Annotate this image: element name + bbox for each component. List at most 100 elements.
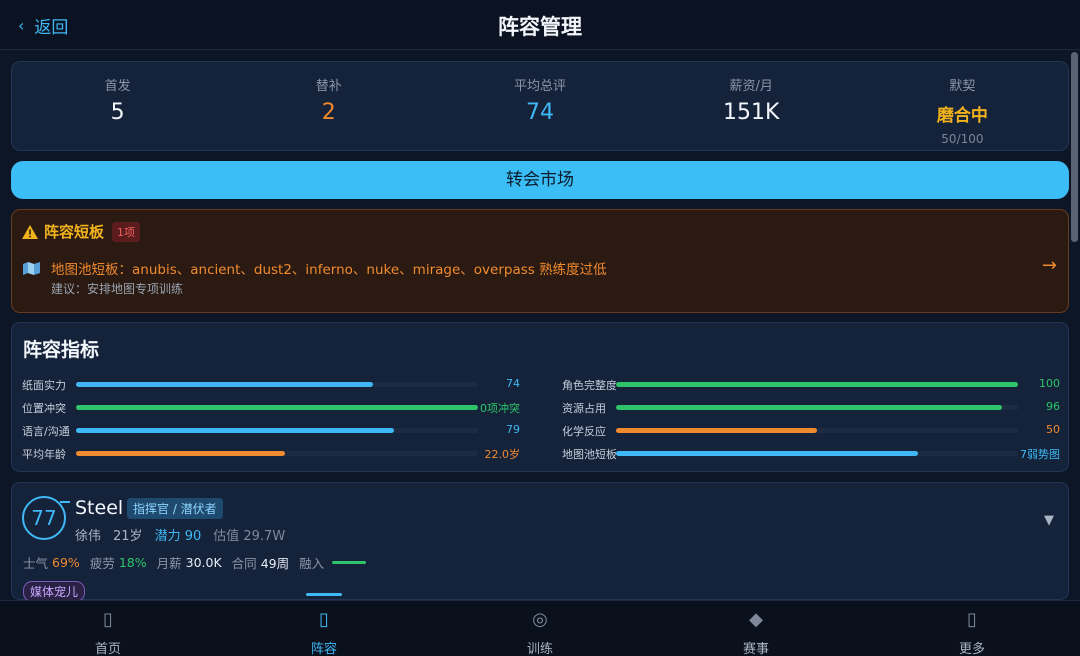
nav-label: 首页 bbox=[94, 642, 121, 656]
nav-item-more[interactable]: ▯ 更多 bbox=[864, 601, 1080, 656]
metric-track bbox=[76, 428, 478, 433]
stat-starters: 首发 5 bbox=[12, 62, 223, 150]
target-icon: ◎ bbox=[532, 609, 548, 630]
player-status-row: 士气 69% 疲劳 18% 月薪 30.0K 合同 49周 融入 bbox=[23, 553, 367, 572]
stat-sub-value: 50/100 bbox=[941, 132, 984, 146]
metric-label: 语言/沟通 bbox=[22, 425, 70, 438]
metric-row: 语言/沟通 79 bbox=[22, 423, 520, 438]
bottom-nav: ▯ 首页 ▯ 阵容 ◎ 训练 ◆ 赛事 ▯ 更多 bbox=[0, 600, 1080, 656]
metric-value: 50 bbox=[1046, 423, 1060, 436]
fusion-progress-bar bbox=[332, 561, 367, 564]
metric-fill bbox=[76, 382, 374, 387]
metric-fill bbox=[76, 405, 478, 410]
metric-row: 平均年龄 22.0岁 bbox=[22, 446, 521, 461]
page-title: 阵容管理 bbox=[498, 15, 582, 39]
salary-value: 30.0K bbox=[185, 555, 222, 570]
metric-label: 资源占用 bbox=[562, 402, 606, 415]
top-bar: ‹ 返回 阵容管理 bbox=[0, 0, 1080, 50]
metric-track bbox=[76, 451, 478, 456]
player-name: Steel bbox=[75, 497, 124, 519]
scroll-indicator bbox=[306, 593, 342, 596]
metric-label: 纸面实力 bbox=[22, 379, 66, 392]
contract-value: 49周 bbox=[260, 556, 290, 571]
metric-label: 地图池短板 bbox=[562, 448, 616, 461]
lineup-icon: ▯ bbox=[319, 609, 329, 630]
stat-substitutes: 替补 2 bbox=[223, 62, 434, 150]
metric-track bbox=[616, 382, 1018, 387]
nav-label: 阵容 bbox=[310, 642, 337, 656]
weakness-message: 地图池短板：anubis、ancient、dust2、inferno、nuke、… bbox=[51, 262, 607, 278]
warning-icon bbox=[22, 224, 38, 239]
metric-row: 位置冲突 0项冲突 bbox=[22, 400, 520, 415]
fatigue-value: 18% bbox=[118, 555, 147, 570]
player-age: 21岁 bbox=[113, 529, 143, 544]
stat-label: 平均总评 bbox=[514, 79, 567, 94]
player-card[interactable]: 77 Steel 指挥官 / 潜伏者 徐伟 21岁 潜力 90 估值 29.7W… bbox=[11, 482, 1069, 602]
metric-track bbox=[76, 405, 478, 410]
metric-fill bbox=[76, 428, 394, 433]
stat-label: 薪资/月 bbox=[729, 79, 773, 94]
home-icon: ▯ bbox=[103, 609, 113, 630]
stat-label: 首发 bbox=[104, 79, 131, 94]
nav-label: 更多 bbox=[958, 642, 985, 656]
lineup-metrics-card: 阵容指标 纸面实力 74 位置冲突 0项冲突 语言/沟通 79 平均年龄 22.… bbox=[11, 322, 1069, 472]
metric-value: 100 bbox=[1039, 377, 1060, 390]
weakness-item[interactable]: 地图池短板：anubis、ancient、dust2、inferno、nuke、… bbox=[23, 258, 607, 278]
diamond-icon: ◆ bbox=[749, 609, 763, 630]
player-potential: 潜力 90 bbox=[154, 529, 202, 544]
metric-row: 化学反应 50 bbox=[562, 423, 1060, 438]
metric-track bbox=[616, 451, 1018, 456]
nav-item-training[interactable]: ◎ 训练 bbox=[432, 601, 648, 656]
stat-label: 替补 bbox=[315, 79, 342, 94]
metric-row: 资源占用 96 bbox=[562, 400, 1060, 415]
metric-value: 79 bbox=[506, 423, 520, 436]
weakness-title: 阵容短板 bbox=[44, 223, 105, 241]
stat-salary: 薪资/月 151K bbox=[646, 62, 857, 150]
metric-track bbox=[616, 405, 1018, 410]
player-role-badge: 指挥官 / 潜伏者 bbox=[127, 498, 223, 519]
scrollbar[interactable] bbox=[1071, 52, 1078, 242]
metrics-title: 阵容指标 bbox=[23, 339, 100, 361]
weakness-count-badge: 1项 bbox=[112, 221, 141, 242]
metric-fill bbox=[616, 428, 817, 433]
metric-track bbox=[616, 428, 1018, 433]
metric-row: 纸面实力 74 bbox=[22, 377, 520, 392]
player-real-name: 徐伟 bbox=[75, 529, 102, 544]
morale-value: 69% bbox=[52, 555, 80, 570]
stat-value: 5 bbox=[110, 100, 125, 125]
lineup-weakness-card: 阵容短板 1项 地图池短板：anubis、ancient、dust2、infer… bbox=[11, 209, 1069, 313]
transfer-market-button[interactable]: 转会市场 bbox=[11, 161, 1069, 199]
contract-label: 合同 bbox=[231, 556, 257, 571]
stat-chemistry: 默契 磨合中 50/100 bbox=[857, 62, 1068, 150]
fatigue-label: 疲劳 bbox=[89, 556, 115, 571]
nav-label: 训练 bbox=[526, 642, 553, 656]
metric-fill bbox=[76, 451, 286, 456]
nav-item-lineup[interactable]: ▯ 阵容 bbox=[216, 601, 432, 656]
metric-fill bbox=[616, 405, 1002, 410]
metric-fill bbox=[616, 451, 918, 456]
metric-value: 96 bbox=[1046, 400, 1060, 413]
metric-label: 角色完整度 bbox=[562, 379, 616, 392]
stat-average-rating: 平均总评 74 bbox=[434, 62, 645, 150]
player-info: 徐伟 21岁 潜力 90 估值 29.7W bbox=[75, 525, 285, 544]
arrow-right-icon[interactable]: → bbox=[1042, 255, 1057, 276]
morale-label: 士气 bbox=[23, 556, 49, 571]
nav-item-events[interactable]: ◆ 赛事 bbox=[648, 601, 864, 656]
stat-value: 74 bbox=[526, 100, 554, 125]
metric-row: 地图池短板 7弱势图 bbox=[562, 446, 1060, 461]
lineup-summary-card: 首发 5 替补 2 平均总评 74 薪资/月 151K 默契 磨合中 50/10… bbox=[11, 61, 1069, 151]
rating-accent bbox=[60, 501, 70, 503]
salary-label: 月薪 bbox=[156, 556, 182, 571]
nav-item-home[interactable]: ▯ 首页 bbox=[0, 601, 216, 656]
metric-label: 位置冲突 bbox=[22, 402, 66, 415]
metric-value: 22.0岁 bbox=[484, 448, 521, 461]
metric-value: 74 bbox=[506, 377, 520, 390]
metric-row: 角色完整度 100 bbox=[562, 377, 1060, 392]
metric-fill bbox=[616, 382, 1018, 387]
weakness-suggestion: 建议：安排地图专项训练 bbox=[51, 282, 184, 296]
metric-value: 0项冲突 bbox=[480, 402, 520, 415]
stat-value: 151K bbox=[723, 100, 780, 125]
stat-value: 2 bbox=[321, 100, 336, 125]
expand-triangle-icon[interactable]: ▼ bbox=[1044, 513, 1054, 528]
metric-value: 7弱势图 bbox=[1020, 448, 1060, 461]
